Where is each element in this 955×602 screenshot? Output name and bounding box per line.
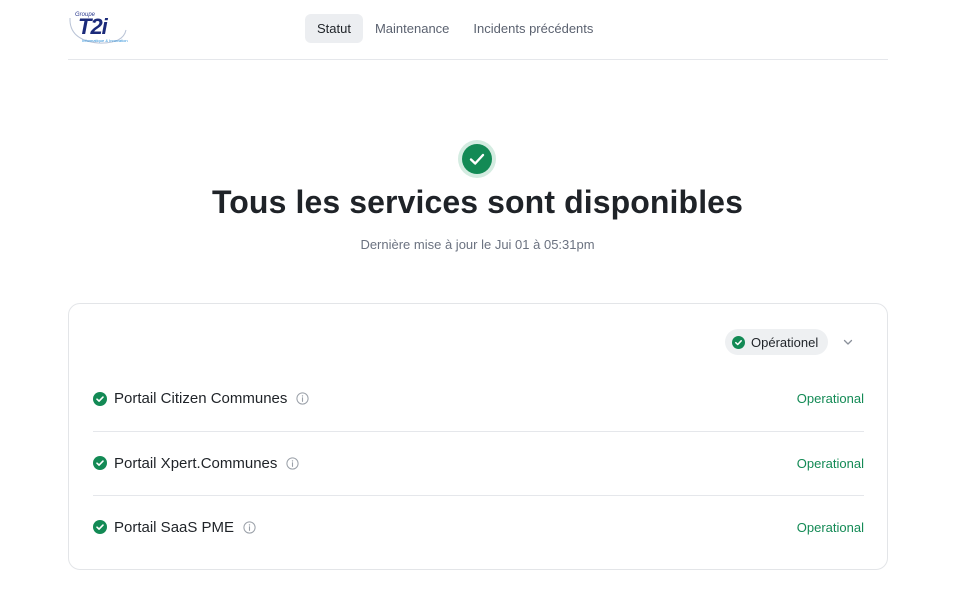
check-circle-icon xyxy=(93,456,107,471)
check-circle-icon xyxy=(93,520,107,535)
main-nav: Statut Maintenance Incidents précédents xyxy=(305,14,605,43)
check-circle-icon xyxy=(458,140,496,178)
status-filter-dropdown[interactable]: Opérationel xyxy=(725,329,854,355)
check-circle-icon xyxy=(93,391,107,406)
last-updated-text: Dernière mise à jour le Jui 01 à 05:31pm xyxy=(360,237,595,252)
services-list: Portail Citizen Communes Operational Por… xyxy=(93,366,864,559)
top-navigation-bar: Groupe T2i Informatique & Innovation Sta… xyxy=(68,0,888,60)
info-icon[interactable] xyxy=(243,521,256,534)
service-row[interactable]: Portail SaaS PME Operational xyxy=(93,496,864,560)
nav-tab-incidents[interactable]: Incidents précédents xyxy=(461,14,605,43)
status-filter-label: Opérationel xyxy=(751,334,819,350)
t2i-logo[interactable]: Groupe T2i Informatique & Innovation xyxy=(68,12,128,45)
status-filter-pill[interactable]: Opérationel xyxy=(725,329,829,355)
info-icon[interactable] xyxy=(286,457,300,470)
page-title: Tous les services sont disponibles xyxy=(212,184,743,220)
service-row[interactable]: Portail Xpert.Communes Operational xyxy=(93,432,864,496)
info-icon[interactable] xyxy=(296,392,310,405)
service-name: Portail SaaS PME xyxy=(114,518,235,536)
services-card: Opérationel Portail Citizen Communes Ope… xyxy=(68,303,888,570)
logo-main-text: T2i xyxy=(78,14,108,39)
service-status: Operational xyxy=(796,391,864,406)
service-status: Operational xyxy=(796,519,864,535)
nav-tab-statut[interactable]: Statut xyxy=(305,14,363,43)
chevron-down-icon[interactable] xyxy=(842,336,854,348)
service-name: Portail Xpert.Communes xyxy=(114,454,278,472)
nav-tab-maintenance[interactable]: Maintenance xyxy=(363,14,461,43)
check-circle-icon xyxy=(732,335,745,349)
service-row[interactable]: Portail Citizen Communes Operational xyxy=(93,366,864,432)
logo-tagline: Informatique & Innovation xyxy=(82,38,128,43)
service-status: Operational xyxy=(796,455,864,471)
service-name: Portail Citizen Communes xyxy=(114,390,288,407)
